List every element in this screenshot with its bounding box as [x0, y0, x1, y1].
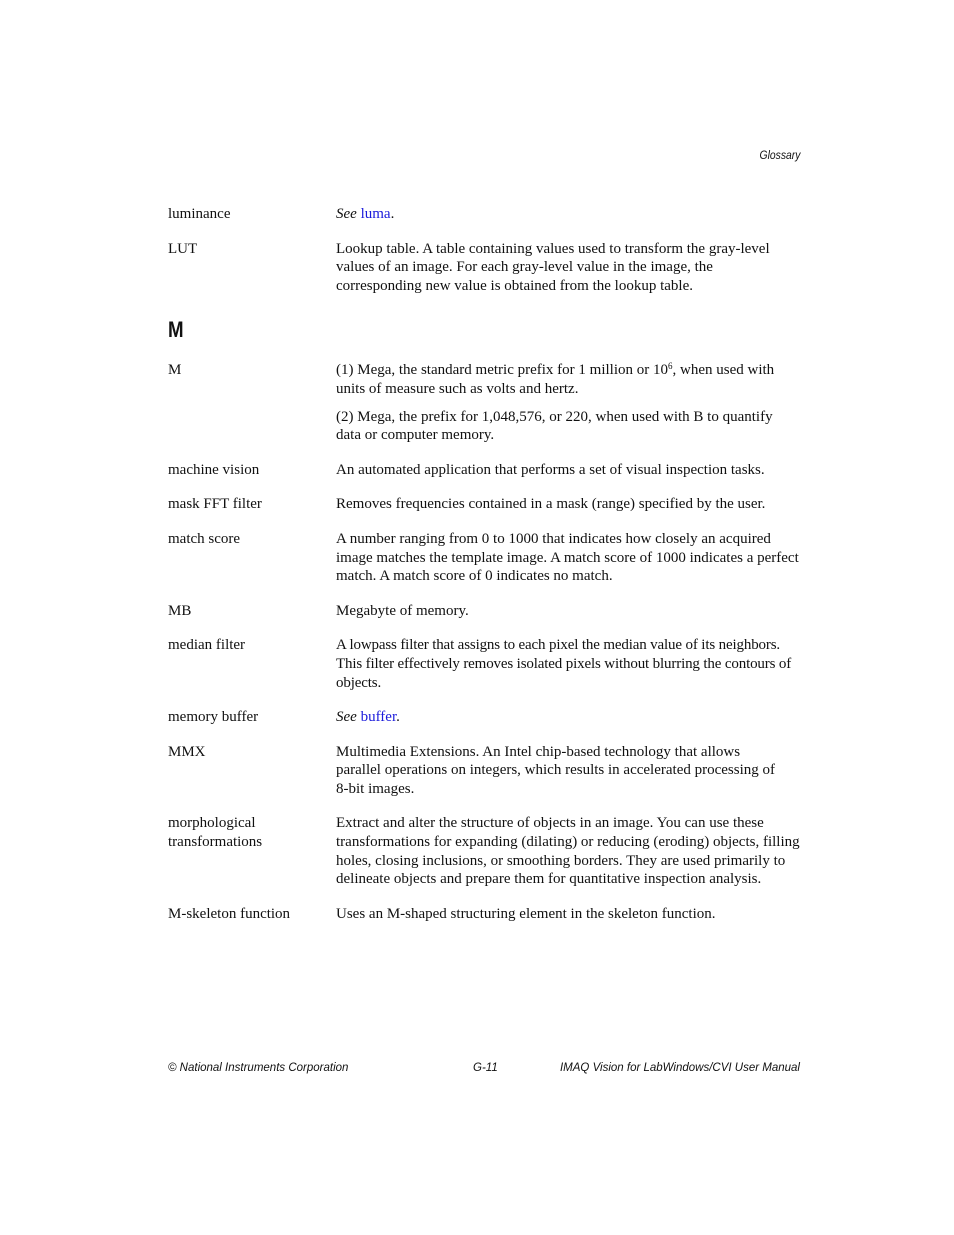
glossary-entry: median filter A lowpass filter that assi… [168, 636, 800, 692]
running-head: Glossary [759, 150, 800, 162]
cross-reference-link[interactable]: luma [361, 206, 391, 222]
entry-definition: (1) Mega, the standard metric prefix for… [336, 361, 800, 444]
entry-term: match score [168, 530, 241, 547]
entry-term: M-skeleton function [168, 905, 291, 922]
entry-term: median filter [168, 637, 246, 654]
entry-term: MMX [168, 743, 206, 760]
glossary-entry: mask FFT filter Removes frequencies cont… [168, 495, 800, 514]
entry-term: M [168, 362, 182, 379]
entry-definition: Uses an M-shaped structuring element in … [336, 905, 716, 922]
see-label: See [336, 709, 357, 726]
glossary-entry: MMX Multimedia Extensions. An Intel chip… [168, 743, 800, 799]
entry-definition: A lowpass filter that assigns to each pi… [336, 637, 792, 691]
glossary-entry: M (1) Mega, the standard metric prefix f… [168, 361, 800, 444]
footer-manual-title: IMAQ Vision for LabWindows/CVI User Manu… [559, 1062, 800, 1074]
entry-term: memory buffer [168, 709, 259, 726]
entry-definition: A number ranging from 0 to 1000 that ind… [336, 530, 799, 585]
definition-part-2: (2) Mega, the prefix for 1,048,576, or 2… [336, 408, 773, 444]
glossary-entry: memory buffer See buffer. [168, 708, 800, 727]
entry-definition: See luma. [336, 206, 395, 222]
cross-reference-link[interactable]: buffer [361, 709, 397, 725]
see-label: See [336, 206, 357, 222]
section-heading: M [168, 317, 184, 343]
entry-term: morphological transformations [168, 815, 263, 851]
entry-definition: Multimedia Extensions. An Intel chip-bas… [336, 743, 776, 797]
entry-term: mask FFT filter [168, 496, 262, 513]
entry-definition: Removes frequencies contained in a mask … [336, 496, 766, 513]
definition-part-1: (1) Mega, the standard metric prefix for… [336, 361, 775, 397]
glossary-entry: machine vision An automated application … [168, 461, 800, 480]
entry-term: luminance [168, 206, 231, 222]
entry-definition: Megabyte of memory. [336, 602, 469, 619]
glossary-entry: LUT Lookup table. A table containing val… [168, 240, 800, 296]
entry-definition: Extract and alter the structure of objec… [336, 815, 800, 888]
page-number: G-11 [473, 1062, 498, 1074]
entry-definition: Lookup table. A table containing values … [336, 240, 770, 294]
glossary-entry: match score A number ranging from 0 to 1… [168, 530, 800, 586]
glossary-entry: MB Megabyte of memory. [168, 602, 800, 621]
entry-term: MB [168, 602, 192, 619]
entry-term: LUT [168, 240, 198, 257]
entry-definition: See buffer. [336, 709, 400, 726]
entry-term: machine vision [168, 461, 260, 478]
glossary-entry: morphological transformations Extract an… [168, 814, 800, 888]
glossary-entry: luminance See luma. [168, 205, 800, 224]
glossary-entries: luminance See luma. LUT Lookup table. A … [168, 205, 800, 939]
glossary-entry: M-skeleton function Uses an M-shaped str… [168, 905, 800, 924]
entry-definition: An automated application that performs a… [336, 461, 765, 478]
footer-copyright: © National Instruments Corporation [168, 1062, 349, 1074]
